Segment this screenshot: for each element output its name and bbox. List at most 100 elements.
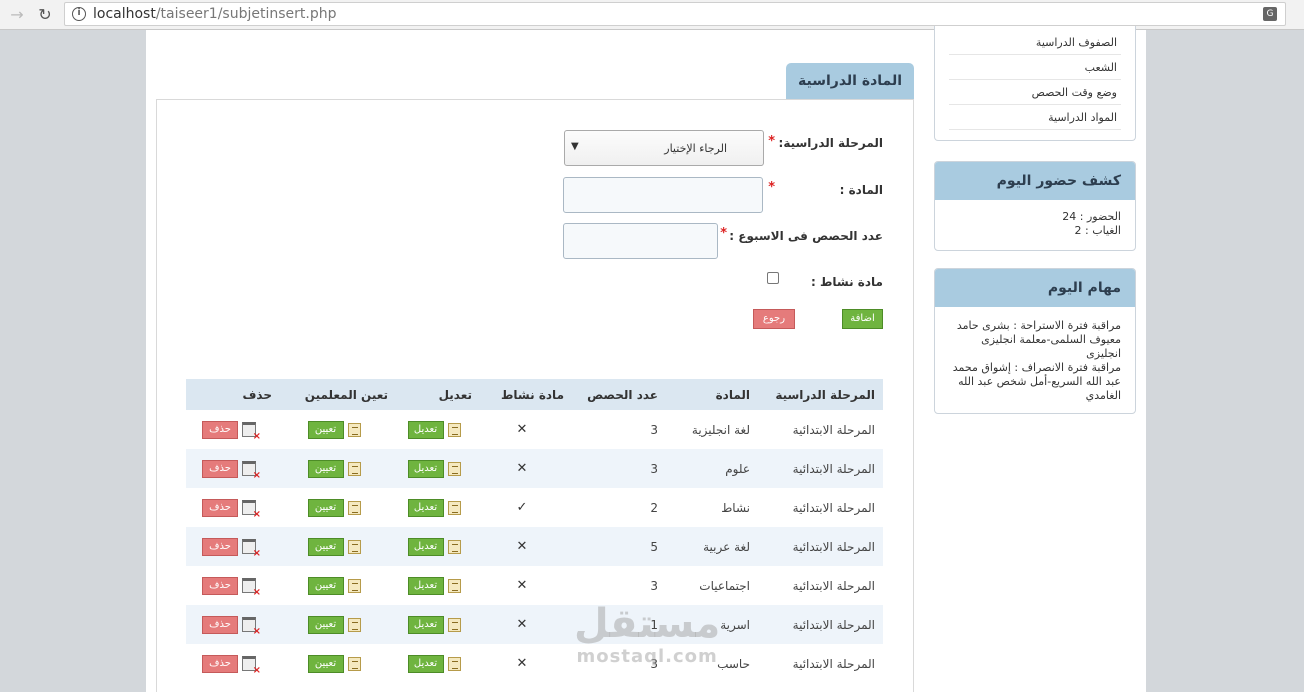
table-row: المرحلة الابتدائيةعلوم3 ✕ تعديل تعيين حذف	[186, 449, 883, 488]
tasks-title: مهام اليوم	[935, 269, 1135, 307]
assign-button[interactable]: تعيين	[307, 615, 344, 634]
attendance-title: كشف حضور اليوم	[935, 162, 1135, 200]
edit-icon[interactable]	[447, 617, 461, 632]
cell-edit: تعديل	[396, 449, 480, 488]
assign-button[interactable]: تعيين	[307, 576, 344, 595]
edit-button[interactable]: تعديل	[407, 576, 444, 595]
edit-button[interactable]: تعديل	[407, 615, 444, 634]
col-header-periods: عدد الحصص	[572, 379, 666, 410]
tasks-box: مهام اليوم مراقبة فترة الاستراحة : بشرى …	[934, 268, 1136, 414]
delete-button[interactable]: حذف	[202, 459, 238, 478]
edit-button[interactable]: تعديل	[407, 498, 444, 517]
edit-icon[interactable]	[347, 461, 361, 476]
sidebar-link-classes[interactable]: الصفوف الدراسية	[949, 30, 1121, 55]
trash-icon[interactable]	[242, 539, 261, 559]
edit-button[interactable]: تعديل	[407, 420, 444, 439]
activity-mark: ✕	[516, 617, 528, 632]
watermark: مستقل mostaql.com	[574, 602, 720, 667]
delete-button[interactable]: حذف	[202, 654, 238, 673]
delete-button[interactable]: حذف	[202, 537, 238, 556]
edit-button[interactable]: تعديل	[407, 459, 444, 478]
activity-mark: ✕	[516, 578, 528, 593]
cell-delete: حذف	[186, 605, 280, 644]
edit-icon[interactable]	[447, 461, 461, 476]
assign-button[interactable]: تعيين	[307, 459, 344, 478]
assign-button[interactable]: تعيين	[307, 420, 344, 439]
required-mark: *	[768, 180, 775, 195]
stage-label: المرحلة الدراسية:	[778, 136, 883, 150]
cell-delete: حذف	[186, 449, 280, 488]
cell-activity: ✕	[480, 410, 572, 449]
cell-assign: تعيين	[280, 605, 396, 644]
cell-periods: 3	[650, 422, 658, 437]
trash-icon[interactable]	[242, 617, 261, 637]
subject-input[interactable]	[563, 177, 763, 213]
table-row: المرحلة الابتدائيةلغة عربية5 ✕ تعديل تعيين ح…	[186, 527, 883, 566]
edit-icon[interactable]	[447, 539, 461, 554]
edit-icon[interactable]	[347, 617, 361, 632]
trash-icon[interactable]	[242, 422, 261, 442]
address-bar[interactable]: i localhost/taiseer1/subjetinsert.php G	[64, 2, 1286, 26]
cell-activity: ✓	[480, 488, 572, 527]
edit-icon[interactable]	[347, 500, 361, 515]
cell-periods: 3	[572, 449, 666, 488]
reload-icon[interactable]: ↻	[34, 4, 56, 26]
stage-select[interactable]: الرجاء الإختيار ▼	[564, 130, 764, 166]
sidebar-link-sections[interactable]: الشعب	[949, 55, 1121, 80]
cell-assign: تعيين	[280, 488, 396, 527]
cell-delete: حذف	[186, 527, 280, 566]
edit-icon[interactable]	[347, 422, 361, 437]
activity-checkbox[interactable]	[767, 272, 779, 284]
trash-icon[interactable]	[242, 500, 261, 520]
watermark-latin: mostaql.com	[576, 646, 718, 667]
delete-button[interactable]: حذف	[202, 498, 238, 517]
delete-button[interactable]: حذف	[202, 420, 238, 439]
periods-input[interactable]	[563, 223, 718, 259]
edit-icon[interactable]	[347, 656, 361, 671]
activity-mark: ✕	[516, 461, 528, 476]
activity-mark: ✓	[516, 500, 528, 515]
edit-icon[interactable]	[447, 656, 461, 671]
edit-icon[interactable]	[347, 539, 361, 554]
activity-mark: ✕	[516, 656, 528, 671]
edit-icon[interactable]	[447, 422, 461, 437]
activity-mark: ✕	[516, 422, 528, 437]
activity-label: مادة نشاط :	[810, 275, 883, 289]
translate-icon[interactable]: G	[1263, 7, 1277, 21]
edit-button[interactable]: تعديل	[407, 537, 444, 556]
cell-assign: تعيين	[280, 449, 396, 488]
cell-activity: ✕	[480, 527, 572, 566]
add-button[interactable]: اضافة	[842, 309, 883, 329]
cell-assign: تعيين	[280, 527, 396, 566]
assign-button[interactable]: تعيين	[307, 654, 344, 673]
cell-edit: تعديل	[396, 566, 480, 605]
attendance-box: كشف حضور اليوم الحضور : 24 الغياب : 2	[934, 161, 1136, 251]
delete-button[interactable]: حذف	[202, 615, 238, 634]
periods-label: عدد الحصص فى الاسبوع :	[729, 229, 883, 243]
panel-title: المادة الدراسية	[786, 63, 914, 99]
cell-stage: المرحلة الابتدائية	[758, 527, 883, 566]
edit-button[interactable]: تعديل	[407, 654, 444, 673]
cell-periods: 2	[650, 500, 658, 515]
sidebar-link-periods-time[interactable]: وضع وقت الحصص	[949, 80, 1121, 105]
info-icon[interactable]: i	[72, 7, 86, 21]
attendance-present: الحضور : 24	[1062, 210, 1121, 223]
assign-button[interactable]: تعيين	[307, 498, 344, 517]
table-header-row: المرحلة الدراسية المادة عدد الحصص مادة ن…	[186, 379, 883, 410]
table-row: المرحلة الابتدائية لغة انجليزية 3 ✕ تعديل تعي…	[186, 410, 883, 449]
table-row: المرحلة الابتدائيةاسرية1✕تعديلتعيينحذف	[186, 605, 883, 644]
assign-button[interactable]: تعيين	[307, 537, 344, 556]
cell-subject: لغة عربية	[666, 527, 758, 566]
edit-icon[interactable]	[347, 578, 361, 593]
trash-icon[interactable]	[242, 656, 261, 676]
trash-icon[interactable]	[242, 461, 261, 481]
edit-icon[interactable]	[447, 500, 461, 515]
back-arrow-icon[interactable]: →	[6, 4, 28, 26]
edit-icon[interactable]	[447, 578, 461, 593]
sidebar-link-subjects[interactable]: المواد الدراسية	[949, 105, 1121, 130]
subject-label: المادة :	[839, 183, 883, 197]
delete-button[interactable]: حذف	[202, 576, 238, 595]
back-button[interactable]: رجوع	[753, 309, 795, 329]
trash-icon[interactable]	[242, 578, 261, 598]
col-header-subject: المادة	[666, 379, 758, 410]
